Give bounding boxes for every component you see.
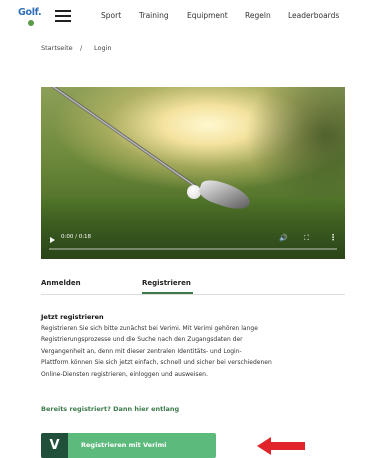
video-time: 0:00 / 0:18 bbox=[61, 234, 92, 240]
golf-logo[interactable]: Golf. bbox=[18, 7, 42, 26]
description-line: Registrieren Sie sich bitte zunächst bei… bbox=[41, 325, 258, 332]
nav-item-sport[interactable]: Sport bbox=[101, 11, 121, 20]
nav-item-equipment[interactable]: Equipment bbox=[187, 11, 228, 20]
golf-ball-icon bbox=[28, 20, 34, 26]
description-line: Vergangenheit an, denn mit dieser zentra… bbox=[41, 347, 242, 355]
already-registered-link[interactable]: Bereits registriert? Dann hier entlang bbox=[41, 405, 179, 413]
verimi-logo-icon: V bbox=[41, 433, 68, 458]
play-icon[interactable] bbox=[50, 237, 55, 243]
nav-item-leaderboards[interactable]: Leaderboards bbox=[288, 11, 339, 20]
hamburger-menu-icon[interactable] bbox=[55, 10, 71, 23]
breadcrumb-separator: / bbox=[80, 44, 83, 52]
video-progress-bar[interactable] bbox=[49, 248, 337, 250]
left-arrow-icon bbox=[257, 437, 305, 455]
description-line: Registrierungsprozesse und die Suche nac… bbox=[41, 336, 243, 344]
video-background-trees bbox=[245, 87, 345, 207]
volume-icon[interactable]: 🔊 bbox=[279, 234, 288, 242]
nav-item-training[interactable]: Training bbox=[139, 11, 169, 20]
tab-register[interactable]: Registrieren bbox=[142, 279, 191, 287]
register-description: Registrieren Sie sich bitte zunächst bei… bbox=[41, 323, 346, 380]
video-player[interactable]: 0:00 / 0:18 🔊 ⛶ ⋮ bbox=[41, 87, 345, 259]
nav-item-regeln[interactable]: Regeln bbox=[245, 11, 271, 20]
tab-login[interactable]: Anmelden bbox=[41, 279, 81, 287]
top-header: Golf. Sport Training Equipment Regeln Le… bbox=[0, 0, 387, 34]
auth-tabs: Anmelden Registrieren bbox=[41, 276, 345, 295]
description-line: Plattform können Sie sich jetzt einfach,… bbox=[41, 359, 272, 367]
register-button-label: Registrieren mit Verimi bbox=[81, 441, 167, 449]
breadcrumb-current: Login bbox=[94, 44, 112, 52]
breadcrumb-home[interactable]: Startseite bbox=[41, 44, 73, 52]
description-line: Online-Diensten registrieren, einloggen … bbox=[41, 370, 208, 378]
fullscreen-icon[interactable]: ⛶ bbox=[304, 234, 309, 243]
golf-club-shaft bbox=[51, 87, 209, 196]
register-heading: Jetzt registrieren bbox=[41, 313, 104, 321]
active-tab-indicator bbox=[142, 292, 193, 294]
register-with-verimi-button[interactable]: V Registrieren mit Verimi bbox=[41, 433, 216, 458]
logo-text: Golf. bbox=[18, 7, 42, 18]
video-controls: 0:00 / 0:18 🔊 ⛶ ⋮ bbox=[41, 231, 345, 259]
more-options-icon[interactable]: ⋮ bbox=[329, 233, 337, 242]
